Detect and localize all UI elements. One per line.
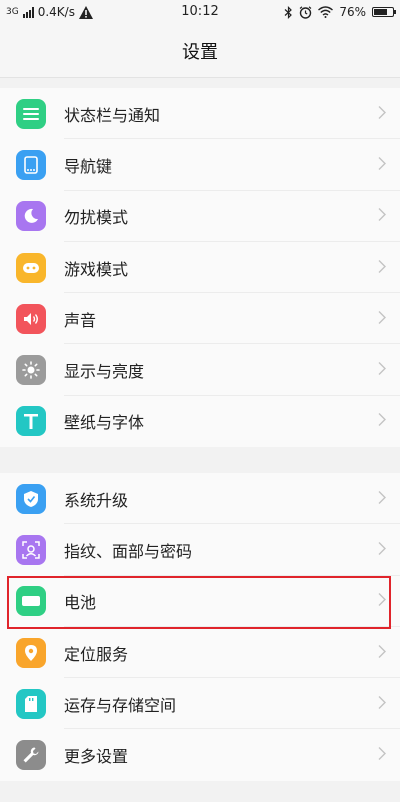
setting-label: 勿扰模式 <box>64 208 129 228</box>
setting-label: 指纹、面部与密码 <box>64 541 193 561</box>
status-bar: 3G 0.4K/s 10:12 76% <box>0 0 400 24</box>
setting-location-services[interactable]: 定位服务 <box>0 627 400 679</box>
bluetooth-icon <box>284 5 293 19</box>
chevron-right-icon <box>378 309 386 328</box>
setting-label: 状态栏与通知 <box>64 105 161 125</box>
chevron-right-icon <box>378 104 386 123</box>
setting-display-brightness[interactable]: 显示与亮度 <box>0 344 400 396</box>
chevron-right-icon <box>378 746 386 765</box>
setting-label: 导航键 <box>64 156 113 176</box>
chevron-right-icon <box>378 412 386 431</box>
header: 设置 <box>0 24 400 78</box>
chevron-right-icon <box>378 155 386 174</box>
setting-game-mode[interactable]: 游戏模式 <box>0 242 400 294</box>
status-right: 76% <box>284 4 396 20</box>
alarm-icon <box>299 5 312 19</box>
setting-do-not-disturb[interactable]: 勿扰模式 <box>0 191 400 242</box>
setting-fingerprint-face-password[interactable]: 指纹、面部与密码 <box>0 524 400 576</box>
wifi-icon <box>318 6 334 18</box>
location-icon <box>16 637 46 668</box>
battery-percent: 76% <box>339 5 366 19</box>
setting-more-settings[interactable]: 更多设置 <box>0 729 400 780</box>
list-icon <box>16 98 46 129</box>
setting-navigation-keys[interactable]: 导航键 <box>0 139 400 191</box>
moon-icon <box>16 201 46 232</box>
chevron-right-icon <box>378 207 386 226</box>
gamepad-icon <box>16 252 46 283</box>
highlight-box <box>7 576 391 629</box>
setting-label: 显示与亮度 <box>64 362 145 382</box>
face-icon <box>16 534 46 565</box>
storage-icon <box>16 688 46 719</box>
sun-icon <box>16 355 46 386</box>
setting-label: 运存与存储空间 <box>64 695 177 715</box>
shield-icon <box>16 483 46 514</box>
setting-label: 壁纸与字体 <box>64 413 145 433</box>
setting-label: 游戏模式 <box>64 259 129 279</box>
setting-wallpaper-font[interactable]: 壁纸与字体 <box>0 396 400 447</box>
settings-group-1: 状态栏与通知 导航键 勿扰模式 游戏模式 声音 显示与亮度 壁纸与字体 <box>0 88 400 448</box>
battery-fill <box>374 9 387 15</box>
chevron-right-icon <box>378 540 386 559</box>
setting-memory-storage[interactable]: 运存与存储空间 <box>0 678 400 730</box>
setting-system-update[interactable]: 系统升级 <box>0 473 400 525</box>
chevron-right-icon <box>378 258 386 277</box>
setting-sound[interactable]: 声音 <box>0 293 400 345</box>
speaker-icon <box>16 303 46 334</box>
page-title: 设置 <box>182 41 218 63</box>
setting-label: 声音 <box>64 310 97 330</box>
chevron-right-icon <box>378 643 386 662</box>
chevron-right-icon <box>378 361 386 380</box>
setting-label: 更多设置 <box>64 747 129 767</box>
chevron-right-icon <box>378 694 386 713</box>
setting-label: 系统升级 <box>64 490 129 510</box>
wrench-icon <box>16 740 46 771</box>
text-icon <box>16 406 46 437</box>
setting-label: 定位服务 <box>64 644 129 664</box>
navigation-icon <box>16 149 46 180</box>
chevron-right-icon <box>378 489 386 508</box>
battery-status-icon <box>372 7 396 17</box>
setting-status-bar-notifications[interactable]: 状态栏与通知 <box>0 88 400 140</box>
